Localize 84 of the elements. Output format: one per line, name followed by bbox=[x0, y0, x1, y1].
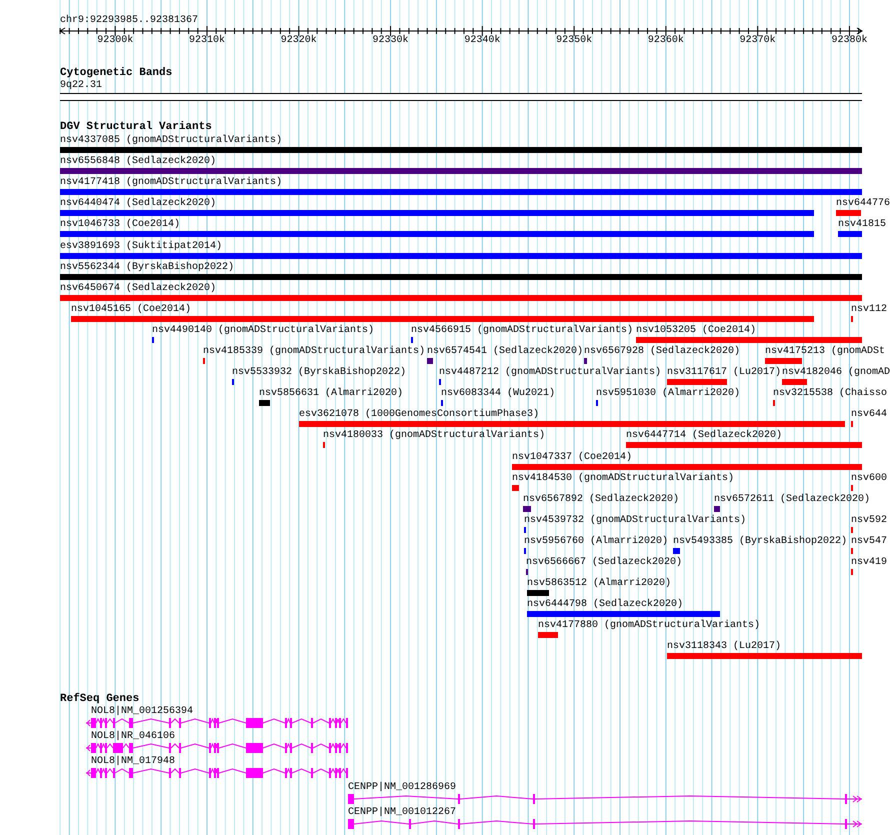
variant-label[interactable]: nsv3215538 (Chaisso bbox=[773, 389, 888, 400]
axis-tick-label: 92300k bbox=[97, 36, 134, 46]
axis-tick-label: 92360k bbox=[648, 36, 684, 46]
variant-label[interactable]: nsv5533932 (ByrskaBishop2022) bbox=[232, 368, 406, 378]
variant-label[interactable]: nsv4566915 (gnomADStructuralVariants) bbox=[411, 326, 634, 336]
variant-label[interactable]: nsv4175213 (gnomADSt bbox=[765, 347, 886, 357]
gene-model-drawing[interactable] bbox=[86, 767, 350, 780]
gene-label[interactable]: NOL8|NM_017948 bbox=[91, 757, 176, 768]
variant-bar[interactable] bbox=[60, 189, 862, 196]
variant-bar[interactable] bbox=[527, 590, 549, 596]
variant-label[interactable]: nsv4185339 (gnomADStructuralVariants) bbox=[203, 347, 426, 357]
variant-label[interactable]: nsv547 bbox=[851, 536, 888, 547]
variant-label[interactable]: nsv1047337 (Coe2014) bbox=[512, 452, 632, 462]
track-title: Cytogenetic Bands bbox=[60, 68, 172, 79]
axis-tick-label: 92380k bbox=[831, 36, 868, 46]
variant-bar[interactable] bbox=[60, 168, 862, 174]
variant-bar[interactable] bbox=[527, 611, 720, 618]
variant-label[interactable]: nsv5562344 (ByrskaBishop2022) bbox=[60, 262, 234, 273]
variant-label[interactable]: nsv1045165 (Coe2014) bbox=[71, 304, 192, 315]
track-title: RefSeq Genes bbox=[60, 694, 140, 705]
gene-model-drawing[interactable] bbox=[86, 742, 350, 754]
gene-label[interactable]: NOL8|NR_046106 bbox=[91, 732, 176, 742]
variant-bar[interactable] bbox=[60, 231, 814, 238]
variant-bar[interactable] bbox=[714, 506, 720, 512]
variant-label[interactable]: nsv5493385 (ByrskaBishop2022) bbox=[673, 536, 848, 547]
variant-label[interactable]: nsv41815 bbox=[838, 220, 886, 230]
variant-label[interactable]: nsv3118343 (Lu2017) bbox=[667, 642, 782, 652]
gene-model-drawing[interactable] bbox=[346, 792, 862, 805]
variant-label[interactable]: esv3621078 (1000GenomesConsortiumPhase3) bbox=[299, 410, 540, 420]
variant-label[interactable]: nsv6083344 (Wu2021) bbox=[441, 389, 556, 400]
variant-label[interactable]: esv3891693 (Suktitipat2014) bbox=[60, 242, 222, 252]
band-label: 9q22.31 bbox=[60, 81, 102, 91]
variant-label[interactable]: nsv644 bbox=[851, 410, 888, 420]
variant-bar[interactable] bbox=[673, 548, 680, 554]
variant-label[interactable]: nsv419 bbox=[851, 558, 888, 568]
variant-bar[interactable] bbox=[259, 400, 270, 406]
axis-tick-label: 92320k bbox=[280, 36, 317, 46]
variant-bar[interactable] bbox=[60, 274, 862, 280]
variant-label[interactable]: nsv644776 bbox=[836, 199, 890, 210]
variant-label[interactable]: nsv4487212 (gnomADStructuralVariants) bbox=[439, 368, 662, 378]
variant-label[interactable]: nsv6566667 (Sedlazeck2020) bbox=[526, 558, 682, 568]
axis-tick-label: 92340k bbox=[464, 36, 500, 46]
axis-tick-label: 92330k bbox=[372, 36, 409, 46]
variant-label[interactable]: nsv6572611 (Sedlazeck2020) bbox=[714, 494, 870, 505]
variant-label[interactable]: nsv3117617 (Lu2017) bbox=[667, 368, 782, 378]
variant-label[interactable]: nsv4182046 (gnomAD bbox=[782, 368, 890, 378]
variant-label[interactable]: nsv6567892 (Sedlazeck2020) bbox=[523, 494, 680, 505]
variant-label[interactable]: nsv1046733 (Coe2014) bbox=[60, 220, 180, 230]
location-label: chr9:92293985..92381367 bbox=[60, 16, 198, 26]
axis-tick-label: 92310k bbox=[188, 36, 225, 46]
track-title: DGV Structural Variants bbox=[60, 122, 212, 133]
variant-label[interactable]: nsv112 bbox=[851, 304, 888, 315]
variant-bar[interactable] bbox=[838, 231, 862, 238]
variant-label[interactable]: nsv6440474 (Sedlazeck2020) bbox=[60, 199, 216, 210]
variant-label[interactable]: nsv6567928 (Sedlazeck2020) bbox=[584, 347, 740, 357]
gene-label[interactable]: NOL8|NM_001256394 bbox=[91, 707, 194, 717]
variant-bar[interactable] bbox=[60, 252, 862, 258]
gene-label[interactable]: CENPP|NM_001012267 bbox=[348, 808, 456, 818]
variant-label[interactable]: nsv5951030 (Almarri2020) bbox=[596, 389, 740, 400]
variant-label[interactable]: nsv4539732 (gnomADStructuralVariants) bbox=[524, 516, 746, 526]
variant-bar[interactable] bbox=[60, 210, 814, 216]
axis-tick-label: 92370k bbox=[740, 36, 776, 46]
variant-label[interactable]: nsv5956760 (Almarri2020) bbox=[524, 536, 668, 547]
variant-label[interactable]: nsv5856631 (Almarri2020) bbox=[259, 389, 404, 400]
variant-label[interactable]: nsv6447714 (Sedlazeck2020) bbox=[626, 431, 782, 442]
variant-label[interactable]: nsv6574541 (Sedlazeck2020) bbox=[427, 347, 584, 357]
gene-model-drawing[interactable] bbox=[86, 717, 350, 729]
variant-label[interactable]: nsv4337085 (gnomADStructuralVariants) bbox=[60, 136, 282, 146]
variant-bar[interactable] bbox=[523, 506, 531, 512]
variant-label[interactable]: nsv6556848 (Sedlazeck2020) bbox=[60, 157, 216, 168]
gene-model-drawing[interactable] bbox=[346, 818, 862, 830]
variant-label[interactable]: nsv4180033 (gnomADStructuralVariants) bbox=[323, 431, 546, 442]
variant-label[interactable]: nsv5863512 (Almarri2020) bbox=[527, 579, 672, 590]
variant-label[interactable]: nsv4177418 (gnomADStructuralVariants) bbox=[60, 178, 282, 188]
variant-label[interactable]: nsv4490140 (gnomADStructuralVariants) bbox=[152, 326, 374, 336]
variant-label[interactable]: nsv592 bbox=[851, 516, 888, 526]
gene-label[interactable]: CENPP|NM_001286969 bbox=[348, 782, 456, 793]
variant-label[interactable]: nsv6450674 (Sedlazeck2020) bbox=[60, 284, 216, 294]
variant-label[interactable]: nsv600 bbox=[851, 474, 888, 484]
variant-label[interactable]: nsv1053205 (Coe2014) bbox=[636, 326, 756, 336]
variant-label[interactable]: nsv4184530 (gnomADStructuralVariants) bbox=[512, 474, 734, 484]
axis-tick-label: 92350k bbox=[556, 36, 592, 46]
variant-label[interactable]: nsv4177880 (gnomADStructuralVariants) bbox=[538, 621, 760, 632]
variant-label[interactable]: nsv6444798 (Sedlazeck2020) bbox=[527, 600, 684, 610]
